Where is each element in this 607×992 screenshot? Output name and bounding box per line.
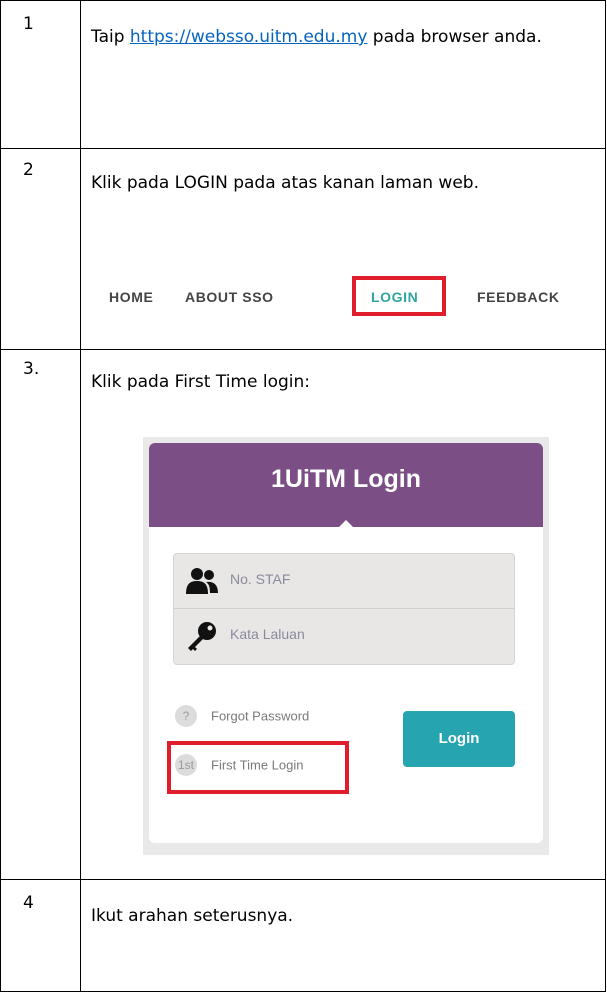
step-row-3: 3. Klik pada First Time login: 1UiTM Log…	[0, 349, 606, 880]
step-row-2: 2 Klik pada LOGIN pada atas kanan laman …	[0, 148, 606, 350]
websso-link[interactable]: https://websso.uitm.edu.my	[130, 27, 368, 47]
header-notch	[339, 520, 353, 527]
login-button[interactable]: Login	[403, 711, 515, 767]
first-time-highlight-box	[167, 741, 349, 794]
nav-about-sso[interactable]: ABOUT SSO	[185, 289, 274, 305]
step-row-4: 4 Ikut arahan seterusnya.	[0, 879, 606, 992]
login-highlight-box	[352, 276, 446, 316]
forgot-password-link[interactable]: ? Forgot Password	[175, 705, 309, 727]
password-field[interactable]: Kata Laluan	[174, 609, 514, 663]
step-number: 4	[23, 893, 34, 913]
forgot-password-label: Forgot Password	[211, 708, 310, 724]
step-number: 2	[23, 160, 34, 180]
login-panel-screenshot: 1UiTM Login No. STAF Kata Laluan ? Forgo…	[143, 437, 549, 855]
step-text: Klik pada LOGIN pada atas kanan laman we…	[91, 173, 479, 193]
nav-feedback[interactable]: FEEDBACK	[477, 289, 560, 305]
step-text-after: pada browser anda.	[367, 27, 542, 47]
step-number: 1	[23, 14, 34, 34]
login-fields: No. STAF Kata Laluan	[173, 553, 515, 665]
key-icon	[188, 622, 216, 651]
steps-table: 1 Taip https://websso.uitm.edu.my pada b…	[0, 0, 606, 992]
step-number: 3.	[23, 359, 40, 379]
question-icon: ?	[175, 705, 197, 727]
staff-number-field[interactable]: No. STAF	[174, 554, 514, 609]
login-header: 1UiTM Login	[149, 443, 543, 527]
login-title: 1UiTM Login	[271, 465, 421, 493]
nav-home[interactable]: HOME	[109, 289, 153, 305]
step-text: Ikut arahan seterusnya.	[91, 906, 294, 926]
users-icon	[186, 568, 218, 594]
staff-number-placeholder: No. STAF	[230, 571, 291, 587]
site-nav-screenshot: HOME ABOUT SSO LOGIN FEEDBACK	[81, 276, 601, 318]
step-text: Taip https://websso.uitm.edu.my pada bro…	[81, 1, 605, 61]
password-placeholder: Kata Laluan	[230, 626, 305, 642]
step-text: Klik pada First Time login:	[91, 372, 310, 392]
step-row-1: 1 Taip https://websso.uitm.edu.my pada b…	[0, 0, 606, 149]
login-card: 1UiTM Login No. STAF Kata Laluan ? Forgo…	[149, 443, 543, 843]
step-text-before: Taip	[91, 27, 130, 47]
